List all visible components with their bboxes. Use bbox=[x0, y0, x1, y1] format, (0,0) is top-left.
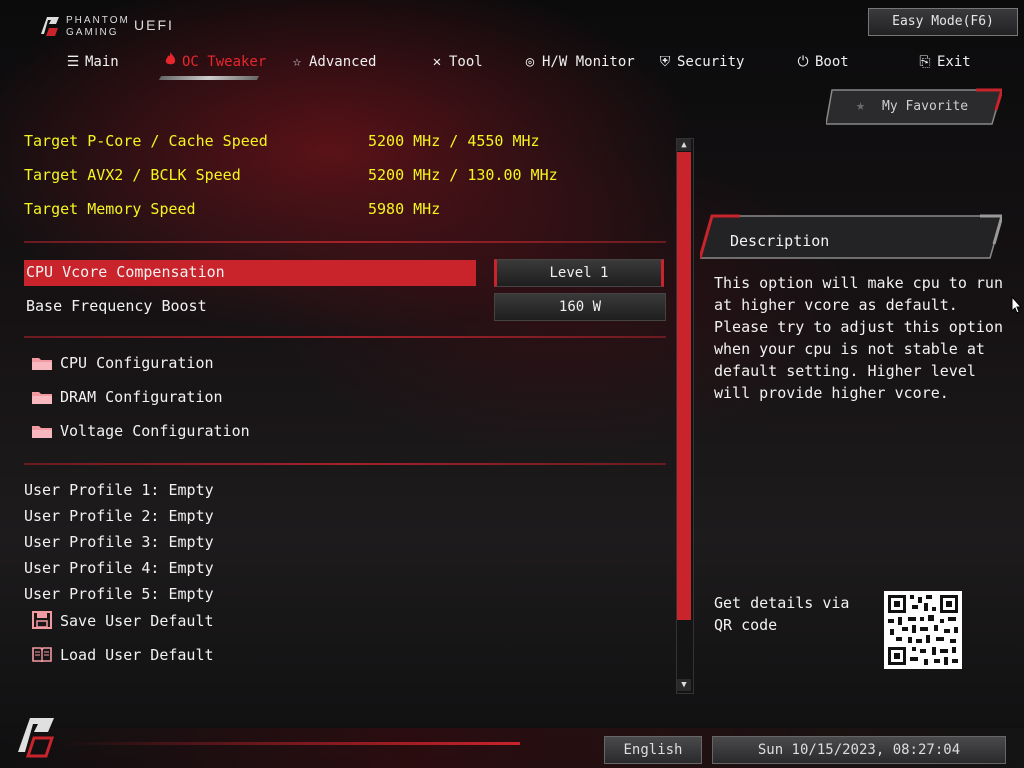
tools-icon: ✕ bbox=[432, 54, 442, 70]
tab-main[interactable]: ☰ Main bbox=[66, 48, 119, 78]
uefi-label: UEFI bbox=[134, 17, 174, 33]
tab-security[interactable]: ⛨ Security bbox=[658, 48, 745, 78]
scrollbar-thumb[interactable] bbox=[677, 152, 691, 620]
qr-label: Get details via QR code bbox=[714, 594, 850, 634]
bottom-accent-line bbox=[60, 742, 520, 745]
mouse-cursor-icon bbox=[1011, 295, 1023, 318]
target-avx2-value: 5200 MHz / 130.00 MHz bbox=[368, 166, 558, 184]
description-header: Description bbox=[700, 214, 1002, 260]
action-label: Save User Default bbox=[60, 612, 214, 630]
brand-line-2: GAMING bbox=[66, 27, 119, 38]
exit-icon: ⎘ bbox=[919, 54, 931, 70]
list-icon: ☰ bbox=[66, 54, 80, 70]
save-user-default[interactable]: Save User Default bbox=[32, 611, 214, 630]
user-profile-1[interactable]: User Profile 1: Empty bbox=[24, 481, 214, 499]
user-profile-3[interactable]: User Profile 3: Empty bbox=[24, 533, 214, 551]
qr-code bbox=[884, 591, 962, 669]
active-tab-indicator bbox=[158, 76, 260, 80]
base-frequency-boost-select[interactable]: 160 W bbox=[494, 293, 666, 321]
target-memory-value: 5980 MHz bbox=[368, 200, 441, 218]
my-favorite-button[interactable]: ★ My Favorite bbox=[826, 88, 1002, 126]
submenu-dram-configuration[interactable]: DRAM Configuration bbox=[32, 388, 223, 406]
easy-mode-button[interactable]: Easy Mode(F6) bbox=[868, 8, 1018, 36]
folder-icon bbox=[32, 356, 52, 370]
tab-label: Advanced bbox=[309, 54, 377, 70]
user-profile-2[interactable]: User Profile 2: Empty bbox=[24, 507, 214, 525]
description-text: This option will make cpu to run at high… bbox=[714, 274, 1003, 402]
phantom-gaming-icon bbox=[18, 718, 55, 758]
base-frequency-boost-label[interactable]: Base Frequency Boost bbox=[26, 297, 207, 315]
star-icon: ☆ bbox=[292, 54, 302, 70]
divider bbox=[24, 336, 666, 338]
divider bbox=[24, 241, 666, 243]
shield-icon: ⛨ bbox=[659, 54, 671, 70]
star-icon: ★ bbox=[856, 96, 866, 114]
target-pcore-label: Target P-Core / Cache Speed bbox=[24, 132, 268, 150]
user-profile-5[interactable]: User Profile 5: Empty bbox=[24, 585, 214, 603]
datetime-display: Sun 10/15/2023, 08:27:04 bbox=[712, 736, 1006, 764]
target-pcore-value: 5200 MHz / 4550 MHz bbox=[368, 132, 540, 150]
submenu-label: CPU Configuration bbox=[60, 354, 214, 372]
cpu-vcore-compensation-select[interactable]: Level 1 bbox=[494, 259, 664, 287]
scroll-down-arrow-icon[interactable]: ▼ bbox=[677, 679, 691, 691]
divider bbox=[24, 463, 666, 465]
scroll-up-arrow-icon[interactable]: ▲ bbox=[677, 139, 691, 151]
tab-oc-tweaker[interactable]: OC Tweaker bbox=[163, 48, 266, 78]
tab-label: Security bbox=[677, 54, 745, 70]
user-profile-4[interactable]: User Profile 4: Empty bbox=[24, 559, 214, 577]
target-avx2-label: Target AVX2 / BCLK Speed bbox=[24, 166, 241, 184]
action-label: Load User Default bbox=[60, 646, 214, 664]
submenu-label: Voltage Configuration bbox=[60, 422, 250, 440]
submenu-cpu-configuration[interactable]: CPU Configuration bbox=[32, 354, 214, 372]
globe-icon: ◎ bbox=[525, 54, 535, 70]
language-button[interactable]: English bbox=[604, 736, 702, 764]
tab-label: Tool bbox=[449, 54, 483, 70]
tab-label: OC Tweaker bbox=[182, 54, 267, 70]
tab-tool[interactable]: ✕ Tool bbox=[430, 48, 483, 78]
tab-exit[interactable]: ⎘ Exit bbox=[918, 48, 971, 78]
tab-boot[interactable]: ⏻ Boot bbox=[796, 48, 849, 78]
qr-code-icon bbox=[884, 591, 962, 669]
phantom-gaming-corner-logo bbox=[14, 712, 58, 758]
main-tabs: ☰ Main OC Tweaker ☆ Advanced ✕ Tool ◎ H/W Mo… bbox=[0, 48, 1024, 82]
floppy-disk-icon bbox=[32, 611, 52, 629]
brand-line-1: PHANTOM bbox=[66, 15, 130, 26]
submenu-voltage-configuration[interactable]: Voltage Configuration bbox=[32, 422, 250, 440]
favorite-label: My Favorite bbox=[882, 99, 969, 114]
target-memory-label: Target Memory Speed bbox=[24, 200, 196, 218]
phantom-gaming-icon bbox=[41, 17, 59, 36]
tab-advanced[interactable]: ☆ Advanced bbox=[290, 48, 377, 78]
phantom-gaming-logo: PHANTOM GAMING bbox=[38, 12, 128, 42]
tab-label: Exit bbox=[937, 54, 971, 70]
tab-label: Main bbox=[85, 54, 119, 70]
tab-label: H/W Monitor bbox=[542, 54, 635, 70]
submenu-label: DRAM Configuration bbox=[60, 388, 223, 406]
description-title: Description bbox=[730, 232, 830, 250]
tab-label: Boot bbox=[815, 54, 849, 70]
power-icon: ⏻ bbox=[797, 54, 809, 70]
folder-icon bbox=[32, 390, 52, 404]
load-user-default[interactable]: Load User Default bbox=[32, 646, 214, 664]
cpu-vcore-compensation-label: CPU Vcore Compensation bbox=[26, 263, 225, 281]
folder-icon bbox=[32, 424, 52, 438]
flame-icon bbox=[163, 48, 177, 76]
tab-hw-monitor[interactable]: ◎ H/W Monitor bbox=[523, 48, 635, 78]
open-book-icon bbox=[32, 647, 52, 662]
